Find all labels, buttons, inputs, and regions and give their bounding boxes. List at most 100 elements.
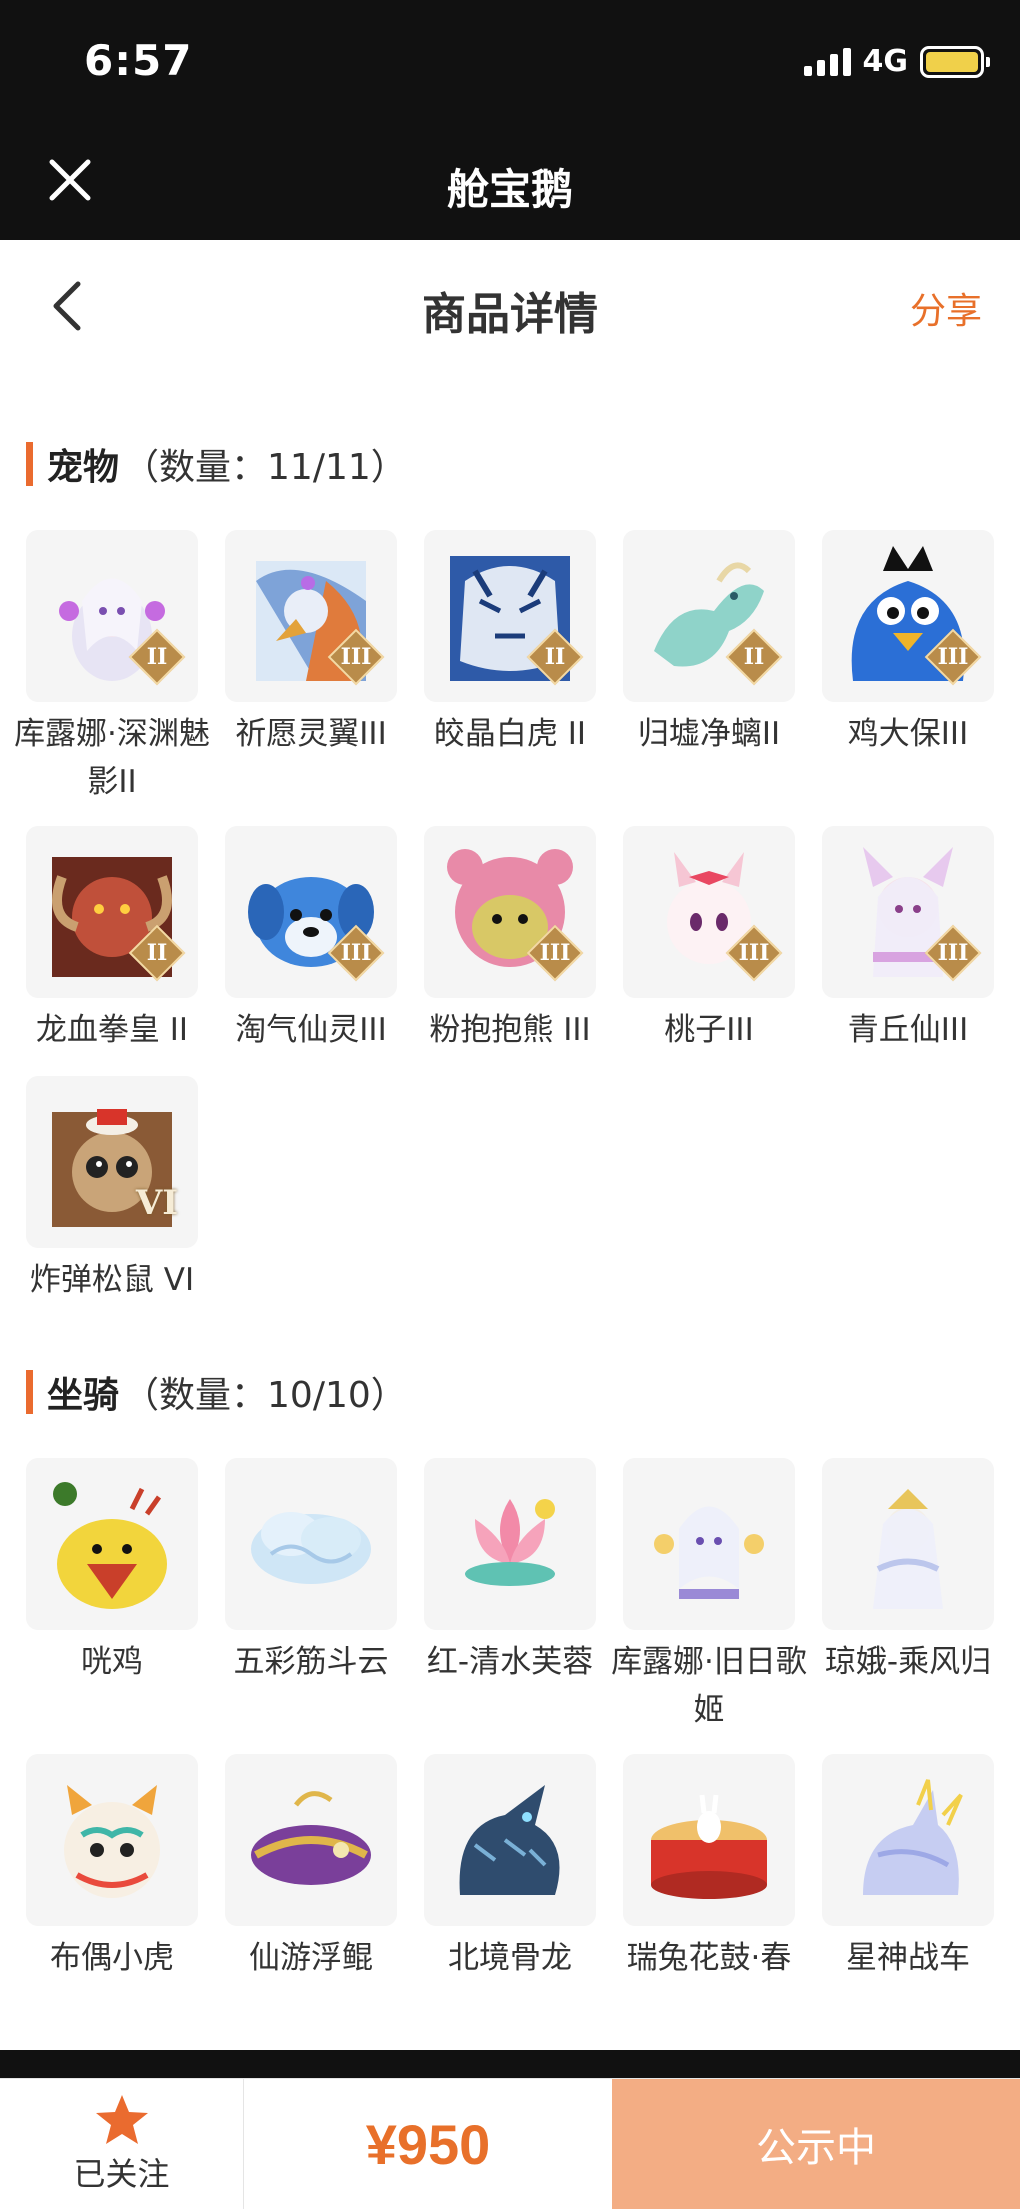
section-accent-bar (26, 442, 33, 486)
star-icon (95, 2095, 148, 2144)
pet-thumbnail: II (623, 530, 795, 702)
pet-name: 库露娜·深渊魅影II (14, 716, 210, 800)
mount-thumbnail (424, 1754, 596, 1926)
follow-button[interactable]: 已关注 (0, 2079, 244, 2209)
mount-item[interactable]: 红-清水芙蓉 (424, 1458, 596, 1754)
pet-thumbnail: III (424, 826, 596, 998)
pet-name: 青丘仙III (847, 1012, 969, 1048)
mount-thumbnail (822, 1458, 994, 1630)
pet-item[interactable]: II 皎晶白虎 II (424, 530, 596, 826)
pet-thumbnail: VI (26, 1076, 198, 1248)
tier-badge: III (331, 632, 381, 682)
pet-item[interactable]: III 粉抱抱熊 III (424, 826, 596, 1076)
tier-badge: II (530, 632, 580, 682)
pet-name: 鸡大保III (847, 716, 969, 752)
mount-thumbnail (623, 1458, 795, 1630)
section-accent-bar (26, 1370, 33, 1414)
mount-item[interactable]: 星神战车 (822, 1754, 994, 2004)
battery-icon (920, 45, 990, 78)
mount-portrait-icon (251, 1791, 371, 1885)
status-button[interactable]: 公示中 (612, 2079, 1020, 2209)
follow-label: 已关注 (73, 2155, 170, 2193)
tier-badge: III (928, 928, 978, 978)
pet-name: 归墟净螭II (637, 716, 781, 752)
mounts-grid: 咣鸡 五彩筋斗云 红-清水芙蓉 库露娜·旧日歌姬 琼娥-乘风归 布偶小虎 仙游浮… (26, 1458, 994, 2004)
mount-name: 瑞兔花鼓·春 (626, 1940, 792, 1976)
mount-name: 仙游浮鲲 (249, 1940, 373, 1976)
pet-thumbnail: III (822, 530, 994, 702)
pet-thumbnail: III (225, 826, 397, 998)
pet-item[interactable]: VI 炸弹松鼠 VI (26, 1076, 198, 1326)
tier-badge: III (530, 928, 580, 978)
signal-icon (803, 47, 851, 76)
pet-item[interactable]: II 归墟净螭II (623, 530, 795, 826)
pet-thumbnail: III (225, 530, 397, 702)
price-value: ¥950 (365, 2112, 491, 2176)
tier-badge: VI (135, 1183, 179, 1223)
mount-name: 五彩筋斗云 (233, 1644, 389, 1680)
section-count: （数量：10/10） (123, 1375, 407, 1416)
mount-item[interactable]: 咣鸡 (26, 1458, 198, 1754)
pet-name: 龙血拳皇 II (35, 1012, 189, 1048)
pet-name: 炸弹松鼠 VI (29, 1262, 195, 1298)
pet-item[interactable]: III 青丘仙III (822, 826, 994, 1076)
mount-thumbnail (424, 1458, 596, 1630)
mount-portrait-icon (251, 1512, 371, 1584)
pet-name: 淘气仙灵III (235, 1012, 387, 1048)
pet-thumbnail: III (623, 826, 795, 998)
mount-portrait-icon (873, 1489, 943, 1609)
page-header: 商品详情 分享 (0, 240, 1020, 370)
mount-item[interactable]: 布偶小虎 (26, 1754, 198, 2004)
mount-name: 红-清水芙蓉 (426, 1644, 594, 1680)
tier-badge: III (729, 928, 779, 978)
pet-item[interactable]: II 库露娜·深渊魅影II (14, 530, 210, 826)
mount-item[interactable]: 瑞兔花鼓·春 (623, 1754, 795, 2004)
mount-item[interactable]: 琼娥-乘风归 (822, 1458, 994, 1754)
pet-thumbnail: II (26, 826, 198, 998)
mount-name: 布偶小虎 (50, 1940, 174, 1976)
status-time: 6:57 (84, 36, 193, 85)
mount-portrait-icon (654, 1506, 764, 1599)
section-header-pets: 宠物 （数量：11/11） (26, 438, 407, 490)
mount-item[interactable]: 仙游浮鲲 (225, 1754, 397, 2004)
tier-badge: II (132, 928, 182, 978)
pet-item[interactable]: II 龙血拳皇 II (26, 826, 198, 1076)
section-title: 坐骑 (47, 1375, 120, 1416)
share-button[interactable]: 分享 (910, 282, 982, 334)
section-header-mounts: 坐骑 （数量：10/10） (26, 1366, 407, 1418)
pet-item[interactable]: III 鸡大保III (822, 530, 994, 826)
mount-thumbnail (623, 1754, 795, 1926)
mount-item[interactable]: 北境骨龙 (424, 1754, 596, 2004)
pet-thumbnail: II (26, 530, 198, 702)
mount-portrait-icon (651, 1794, 767, 1899)
pet-item[interactable]: III 淘气仙灵III (225, 826, 397, 1076)
mount-portrait-icon (863, 1779, 963, 1895)
mount-portrait-icon (64, 1785, 160, 1898)
pet-name: 粉抱抱熊 III (429, 1012, 591, 1048)
status-indicators: 4G (803, 44, 990, 79)
mount-name: 北境骨龙 (448, 1940, 572, 1976)
mount-portrait-icon (465, 1499, 555, 1586)
bottom-action-bar: 已关注 ¥950 公示中 (0, 2078, 1020, 2209)
mount-item[interactable]: 五彩筋斗云 (225, 1458, 397, 1754)
mount-thumbnail (225, 1458, 397, 1630)
mount-thumbnail (26, 1458, 198, 1630)
mount-item[interactable]: 库露娜·旧日歌姬 (611, 1458, 807, 1754)
mount-name: 星神战车 (846, 1940, 970, 1976)
network-type: 4G (862, 44, 909, 79)
mount-name: 琼娥-乘风归 (824, 1644, 992, 1680)
pet-thumbnail: III (822, 826, 994, 998)
section-title: 宠物 (47, 447, 120, 488)
tier-badge: II (132, 632, 182, 682)
section-count: （数量：11/11） (123, 447, 407, 488)
bottom-divider (0, 2050, 1020, 2078)
app-bar: 舱宝鹅 (0, 120, 1020, 240)
tier-badge: II (729, 632, 779, 682)
pet-item[interactable]: III 祈愿灵翼III (225, 530, 397, 826)
status-bar: 6:57 4G (0, 0, 1020, 120)
price-box: ¥950 (244, 2079, 612, 2209)
mount-name: 库露娜·旧日歌姬 (611, 1644, 807, 1728)
tier-badge: III (331, 928, 381, 978)
pet-item[interactable]: III 桃子III (623, 826, 795, 1076)
pet-name: 皎晶白虎 II (433, 716, 587, 752)
